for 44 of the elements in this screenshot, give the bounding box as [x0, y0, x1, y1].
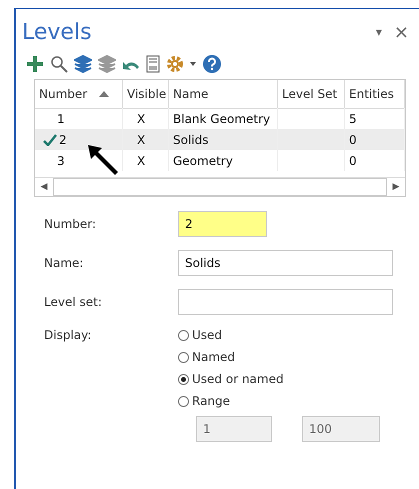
radio-button[interactable]: [178, 374, 189, 384]
radio-button[interactable]: [178, 352, 189, 362]
close-button[interactable]: ×: [394, 22, 409, 42]
table-cell: X: [137, 112, 146, 126]
table-cell: 0: [349, 154, 357, 168]
radio-label[interactable]: Used: [192, 328, 222, 342]
gear-icon[interactable]: [166, 55, 184, 73]
table-cell: 5: [349, 112, 357, 126]
panel-title: Levels: [21, 20, 93, 44]
table-cell: X: [137, 132, 146, 146]
scroll-right-button[interactable]: ▶: [387, 178, 405, 196]
plus-icon[interactable]: [26, 55, 44, 73]
radio-label[interactable]: Range: [192, 394, 230, 408]
menu-caret[interactable]: ▾: [376, 25, 382, 39]
radio-button[interactable]: [178, 396, 189, 406]
name-field[interactable]: Solids: [178, 250, 393, 276]
scroll-left-button[interactable]: ◀: [35, 178, 53, 196]
layers-icon[interactable]: [98, 55, 116, 73]
table-cell: 0: [349, 132, 357, 146]
field-label: Number:: [44, 217, 98, 231]
field-label: Name:: [44, 256, 84, 270]
table-cell: Geometry: [173, 154, 233, 168]
radio-button[interactable]: [178, 330, 189, 340]
range-to-field[interactable]: 100: [302, 416, 380, 442]
number-field[interactable]: 2: [178, 211, 267, 237]
level-set-field[interactable]: [178, 289, 393, 315]
table-cell: X: [137, 154, 146, 168]
radio-label[interactable]: Named: [192, 350, 236, 364]
table-cell: 2: [59, 132, 67, 146]
search-icon[interactable]: [50, 55, 68, 73]
layers-icon[interactable]: [74, 55, 92, 73]
table-cell: 1: [57, 112, 65, 126]
help-icon[interactable]: [202, 54, 222, 74]
table-cell: Solids: [173, 132, 208, 146]
caret-icon[interactable]: [190, 62, 196, 66]
table-cell: Blank Geometry: [173, 112, 270, 126]
document-icon[interactable]: [146, 55, 160, 73]
table-cell: 3: [57, 154, 65, 168]
field-label: Level set:: [44, 295, 103, 309]
radio-label[interactable]: Used or named: [192, 372, 284, 386]
table-row[interactable]: 2 X Solids 0: [35, 129, 405, 150]
range-from-field[interactable]: 1: [196, 416, 272, 442]
sort-icon: [99, 90, 110, 96]
field-label: Display:: [44, 328, 92, 342]
